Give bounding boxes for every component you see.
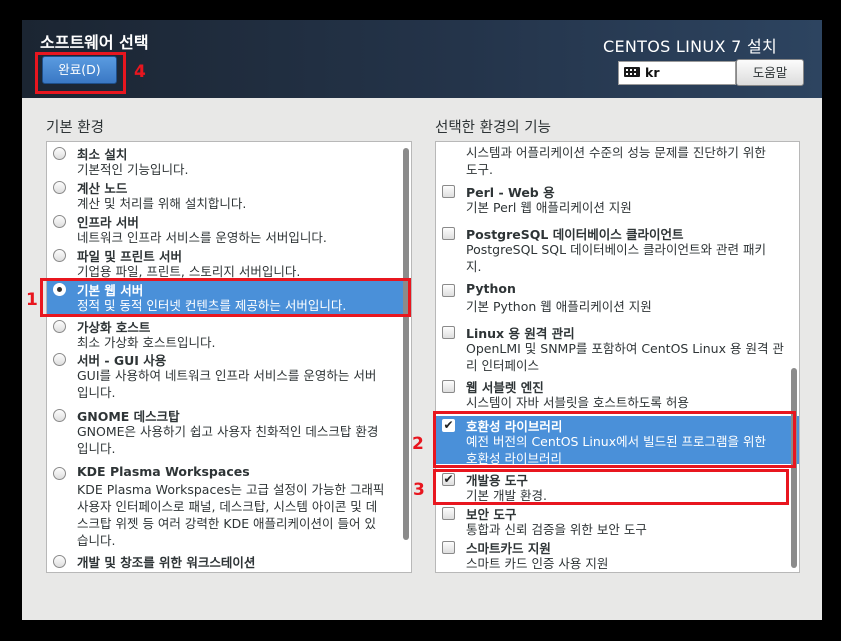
- env-desc: GUI를 사용하여 네트워크 인프라 서비스를 운영하는 서버 입니다.: [77, 368, 377, 400]
- header-bar: 소프트웨어 선택 완료(D) CENTOS LINUX 7 설치 kr 도움말: [22, 20, 822, 98]
- help-button[interactable]: 도움말: [736, 59, 804, 86]
- addon-desc: 시스템과 어플리케이션 수준의 성능 문제를 진단하기 위한 도구.: [466, 145, 766, 177]
- env-item-minimal[interactable]: 최소 설치 기본적인 기능입니다.: [47, 144, 411, 180]
- radio-button[interactable]: [53, 353, 66, 366]
- annotation-box-4: [35, 52, 126, 94]
- env-desc: 기본적인 기능입니다.: [77, 162, 189, 177]
- env-item-compute-node[interactable]: 계산 노드 계산 및 처리를 위해 설치합니다.: [47, 178, 411, 212]
- environment-list[interactable]: 최소 설치 기본적인 기능입니다. 계산 노드 계산 및 처리를 위해 설치합니…: [46, 141, 412, 573]
- env-item-file-print-server[interactable]: 파일 및 프린트 서버 기업용 파일, 프린트, 스토리지 서버입니다.: [47, 246, 411, 280]
- env-desc: GNOME은 사용하기 쉽고 사용자 친화적인 데스크탑 환경 입니다.: [77, 424, 379, 456]
- annotation-box-3: [433, 469, 789, 505]
- keyboard-layout-indicator[interactable]: kr: [618, 61, 736, 85]
- env-item-dev-workstation[interactable]: 개발 및 창조를 위한 워크스테이션: [47, 552, 411, 572]
- addon-list[interactable]: 시스템과 어플리케이션 수준의 성능 문제를 진단하기 위한 도구. Perl …: [435, 141, 800, 573]
- checkbox[interactable]: [442, 507, 455, 520]
- addon-desc: OpenLMI 및 SNMP를 포함하여 CentOS Linux 용 원격 관…: [466, 341, 784, 373]
- env-item-kde-plasma[interactable]: KDE Plasma Workspaces KDE Plasma Workspa…: [47, 464, 411, 552]
- addon-item-security-tools[interactable]: 보안 도구 통합과 신뢰 검증을 위한 보안 도구: [436, 504, 799, 540]
- addon-item-linux-remote-mgmt[interactable]: Linux 용 원격 관리 OpenLMI 및 SNMP를 포함하여 CentO…: [436, 323, 799, 377]
- env-desc: 네트워크 인프라 서비스를 운영하는 서버입니다.: [77, 230, 327, 245]
- addon-desc: 스마트 카드 인증 사용 지원: [466, 556, 609, 571]
- radio-button[interactable]: [53, 409, 66, 422]
- annotation-number-1: 1: [26, 290, 38, 310]
- env-item-server-gui[interactable]: 서버 - GUI 사용 GUI를 사용하여 네트워크 인프라 서비스를 운영하는…: [47, 350, 411, 406]
- env-desc: 최소 가상화 호스트입니다.: [77, 335, 216, 350]
- checkbox[interactable]: [442, 227, 455, 240]
- radio-button[interactable]: [53, 181, 66, 194]
- addon-desc: PostgreSQL SQL 데이터베이스 클라이언트와 관련 패키 지.: [466, 242, 766, 274]
- addon-desc: 시스템이 자바 서블릿을 호스트하도록 허용: [466, 395, 689, 410]
- env-desc: 계산 및 처리를 위해 설치합니다.: [77, 196, 247, 211]
- installer-window: 소프트웨어 선택 완료(D) CENTOS LINUX 7 설치 kr 도움말 …: [22, 20, 822, 620]
- radio-button[interactable]: [53, 555, 66, 568]
- checkbox[interactable]: [442, 185, 455, 198]
- addon-desc: 기본 Python 웹 애플리케이션 지원: [466, 299, 652, 314]
- checkbox[interactable]: [442, 326, 455, 339]
- env-item-virtualization-host[interactable]: 가상화 호스트 최소 가상화 호스트입니다.: [47, 317, 411, 351]
- environment-scrollbar[interactable]: [403, 148, 409, 540]
- checkbox[interactable]: [442, 541, 455, 554]
- keyboard-icon: [624, 67, 640, 77]
- radio-button[interactable]: [53, 215, 66, 228]
- env-item-infra-server[interactable]: 인프라 서버 네트워크 인프라 서비스를 운영하는 서버입니다.: [47, 212, 411, 246]
- annotation-number-2: 2: [412, 434, 424, 454]
- radio-button[interactable]: [53, 467, 66, 480]
- annotation-box-1: [40, 278, 411, 317]
- addon-item-perf-tools[interactable]: 시스템과 어플리케이션 수준의 성능 문제를 진단하기 위한 도구.: [436, 144, 799, 180]
- addon-item-web-servlet-engine[interactable]: 웹 서블렛 엔진 시스템이 자바 서블릿을 호스트하도록 허용: [436, 377, 799, 413]
- addon-item-perl-web[interactable]: Perl - Web 용 기본 Perl 웹 애플리케이션 지원: [436, 182, 799, 218]
- addon-item-postgresql-client[interactable]: PostgreSQL 데이터베이스 클라이언트 PostgreSQL SQL 데…: [436, 224, 799, 280]
- addon-item-smartcard-support[interactable]: 스마트카드 지원 스마트 카드 인증 사용 지원: [436, 538, 799, 572]
- checkbox[interactable]: [442, 380, 455, 393]
- product-title: CENTOS LINUX 7 설치: [602, 37, 777, 56]
- addon-desc: 기본 Perl 웹 애플리케이션 지원: [466, 200, 632, 215]
- addon-name: Python: [466, 281, 516, 296]
- checkbox[interactable]: [442, 284, 455, 297]
- addon-item-python[interactable]: Python 기본 Python 웹 애플리케이션 지원: [436, 281, 799, 317]
- addon-scrollbar[interactable]: [791, 368, 797, 568]
- page-title: 소프트웨어 선택: [40, 33, 149, 52]
- radio-button[interactable]: [53, 249, 66, 262]
- radio-button[interactable]: [53, 147, 66, 160]
- addons-title: 선택한 환경의 기능: [435, 120, 551, 136]
- env-desc: KDE Plasma Workspaces는 고급 설정이 가능한 그래픽 사용…: [77, 482, 385, 548]
- base-environment-title: 기본 환경: [46, 120, 104, 136]
- env-item-gnome-desktop[interactable]: GNOME 데스크탑 GNOME은 사용하기 쉽고 사용자 친화적인 데스크탑 …: [47, 406, 411, 464]
- env-name: 개발 및 창조를 위한 워크스테이션: [77, 555, 256, 570]
- keyboard-layout-value: kr: [645, 65, 660, 80]
- annotation-box-2: [433, 411, 796, 468]
- env-name: KDE Plasma Workspaces: [77, 464, 250, 479]
- radio-button[interactable]: [53, 320, 66, 333]
- addon-desc: 통합과 신뢰 검증을 위한 보안 도구: [466, 522, 647, 537]
- annotation-number-3: 3: [413, 480, 425, 500]
- annotation-number-4: 4: [134, 62, 146, 82]
